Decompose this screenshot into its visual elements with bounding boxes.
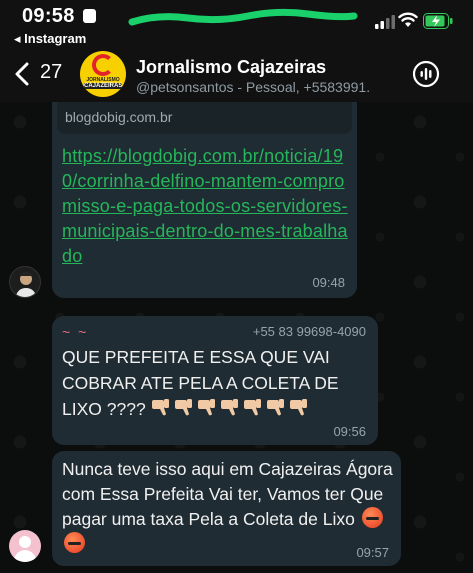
thumbs-down-icon bbox=[151, 399, 169, 416]
message-timestamp: 09:56 bbox=[333, 424, 366, 439]
message-timestamp: 09:57 bbox=[356, 545, 389, 560]
contact-subtitle[interactable]: @petsonsantos - Pessoal, +5583991... bbox=[136, 79, 371, 95]
default-person-head bbox=[19, 536, 31, 548]
chat-area[interactable]: blogdobig.com.br https://blogdobig.com.b… bbox=[0, 102, 473, 573]
thumbs-down-icon bbox=[220, 399, 238, 416]
thumbs-down-icon bbox=[197, 399, 215, 416]
status-time: 09:58 bbox=[22, 5, 75, 27]
thumbs-down-icon bbox=[243, 399, 261, 416]
message-bubble[interactable]: blogdobig.com.br https://blogdobig.com.b… bbox=[52, 102, 357, 298]
chat-header: 27 JORNALISMO CAJAZEIRAS Jornalismo Caja… bbox=[0, 48, 473, 102]
thumbs-down-emoji-group bbox=[151, 399, 312, 419]
back-to-instagram-link[interactable]: ◂ Instagram bbox=[14, 31, 86, 47]
message-text: Nunca teve isso aqui em Cajazeiras Ágora… bbox=[62, 457, 397, 557]
message-text: QUE PREFEITA E ESSA QUE VAI COBRAR ATE P… bbox=[62, 344, 374, 422]
angry-cursing-face-icon bbox=[361, 507, 383, 528]
message-bubble[interactable]: Nunca teve isso aqui em Cajazeiras Ágora… bbox=[52, 451, 401, 566]
thumbs-down-icon bbox=[266, 399, 284, 416]
back-arrow-icon[interactable] bbox=[12, 61, 32, 87]
redaction-scribble bbox=[128, 8, 358, 26]
message-bubble[interactable]: ~ ~ +55 83 99698-4090 QUE PREFEITA E ESS… bbox=[52, 316, 378, 445]
battery-charging-icon bbox=[423, 13, 453, 29]
default-person-body bbox=[14, 550, 36, 562]
link-preview-domain: blogdobig.com.br bbox=[65, 109, 173, 125]
contact-avatar[interactable]: JORNALISMO CAJAZEIRAS bbox=[80, 51, 126, 97]
sender-avatar[interactable] bbox=[9, 266, 41, 298]
contact-name[interactable]: Jornalismo Cajazeiras bbox=[136, 57, 326, 78]
thumbs-down-icon bbox=[174, 399, 192, 416]
sender-phone[interactable]: +55 83 99698-4090 bbox=[253, 324, 366, 339]
unread-count[interactable]: 27 bbox=[40, 61, 62, 84]
voice-chat-icon[interactable] bbox=[412, 60, 440, 88]
angry-cursing-face-icon bbox=[64, 532, 85, 553]
sender-alias[interactable]: ~ ~ bbox=[62, 324, 88, 340]
cellular-signal-icon bbox=[375, 15, 395, 29]
wifi-icon bbox=[398, 12, 418, 27]
logo-c-mark bbox=[92, 54, 114, 76]
avatar-logo-text-bottom: CAJAZEIRAS bbox=[84, 83, 123, 89]
link-preview[interactable]: blogdobig.com.br bbox=[57, 102, 352, 134]
message-body: Nunca teve isso aqui em Cajazeiras Ágora… bbox=[62, 459, 393, 529]
sender-avatar-default[interactable] bbox=[9, 530, 41, 562]
thumbs-down-icon bbox=[289, 399, 307, 416]
person-badge-icon bbox=[83, 9, 96, 23]
status-bar: 09:58 ◂ Instagram bbox=[0, 0, 473, 48]
message-link[interactable]: https://blogdobig.com.br/noticia/190/cor… bbox=[62, 144, 352, 269]
message-timestamp: 09:48 bbox=[312, 275, 345, 290]
